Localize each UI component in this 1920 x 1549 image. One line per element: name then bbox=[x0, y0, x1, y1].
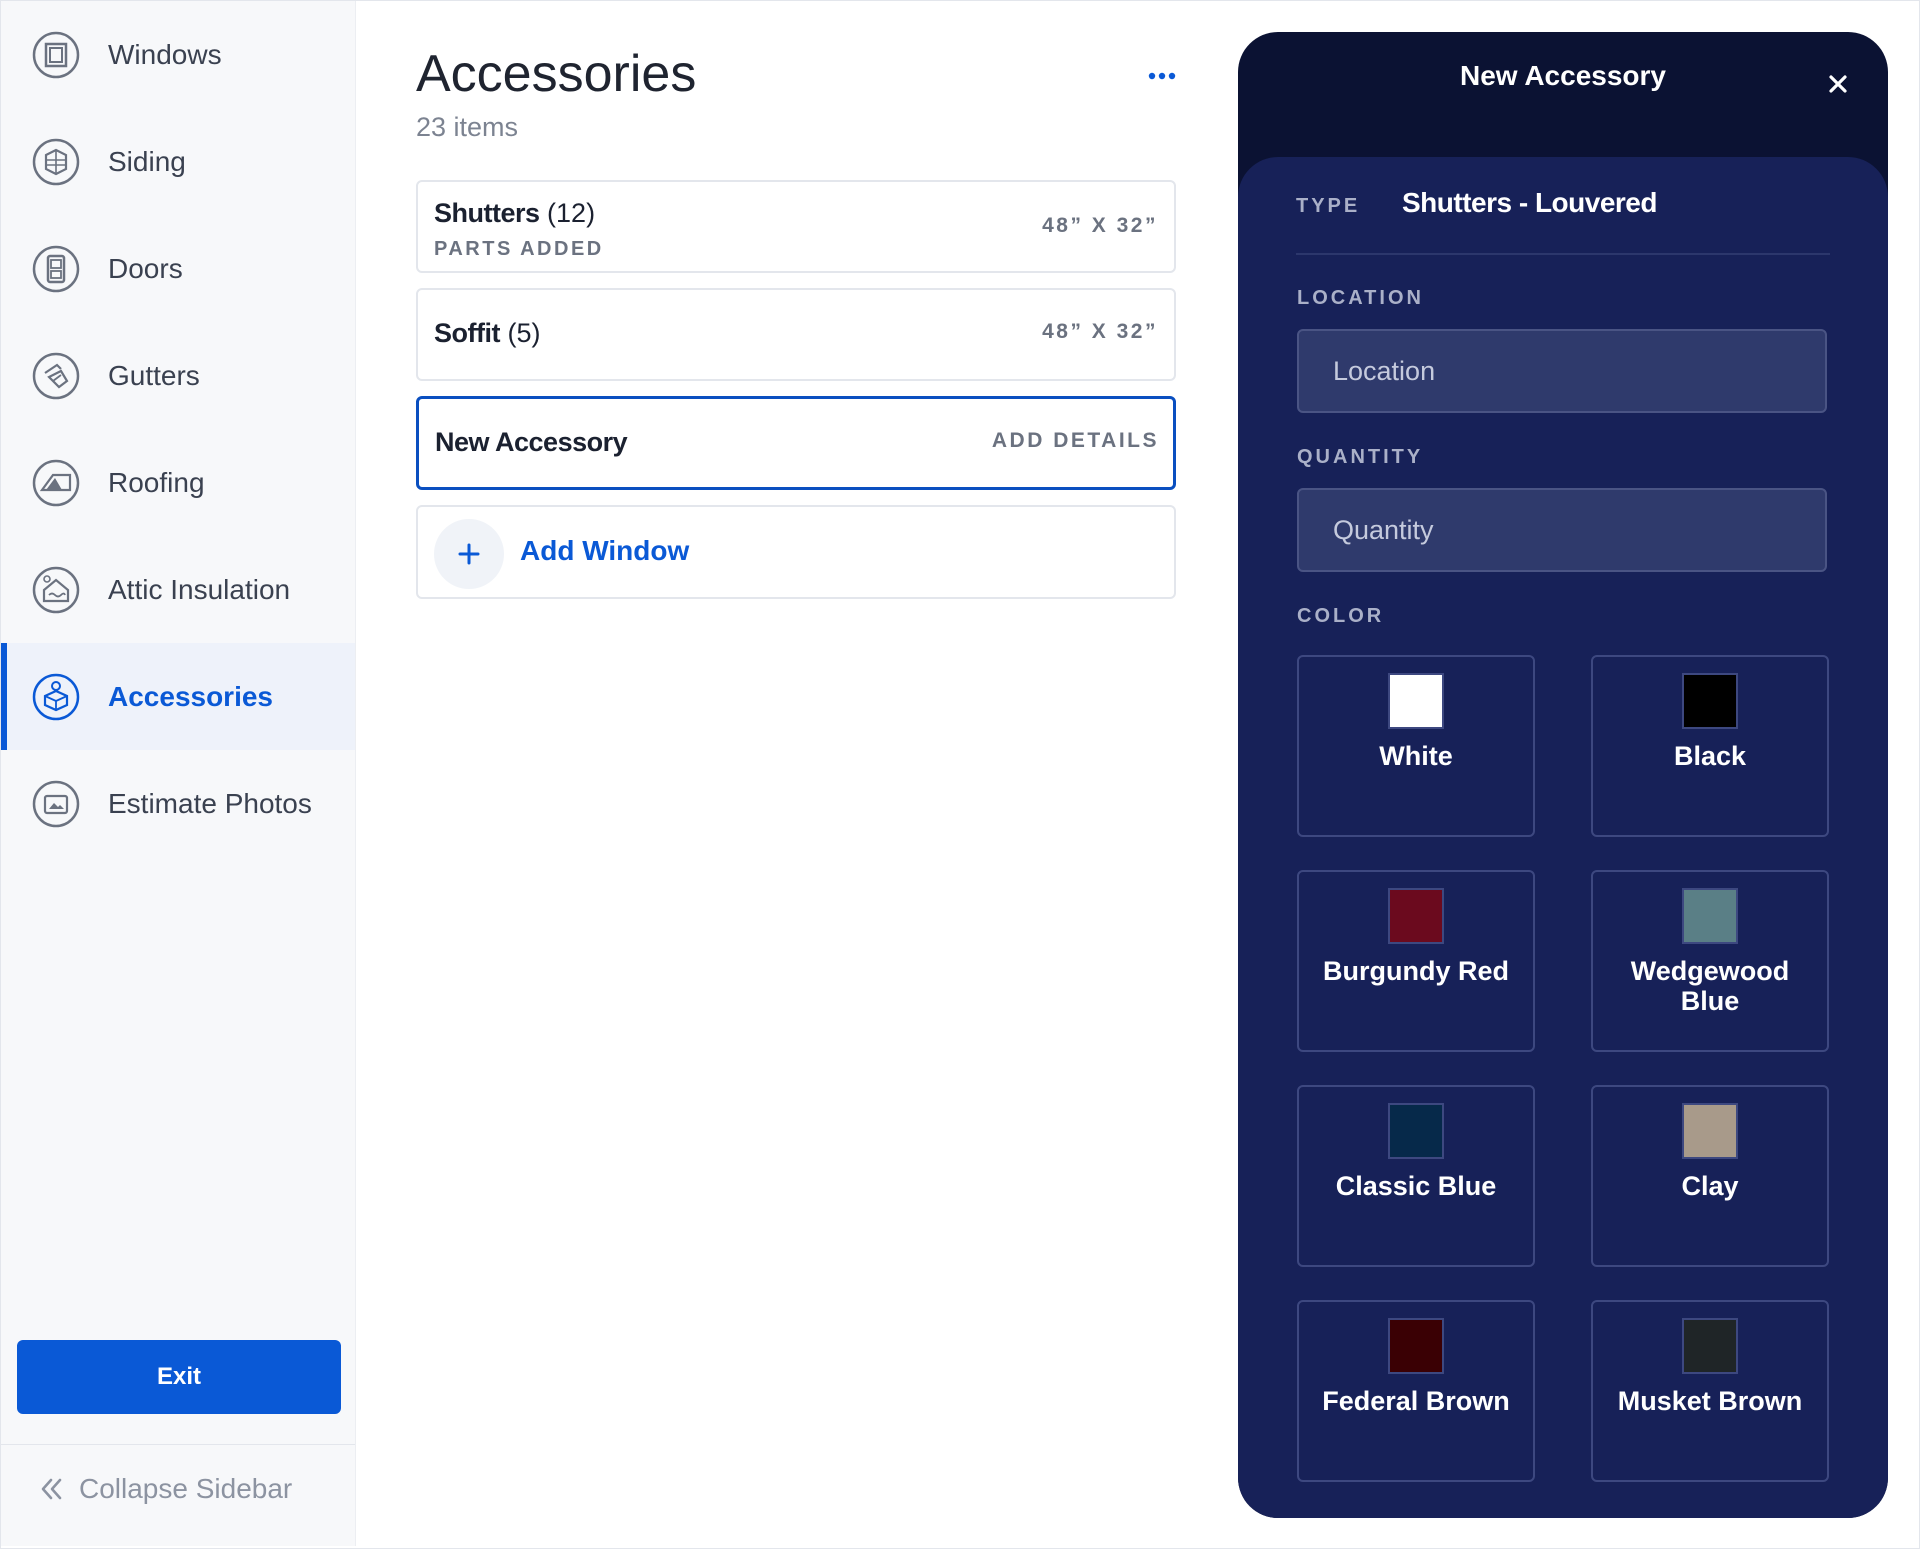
type-value: Shutters - Louvered bbox=[1402, 187, 1657, 218]
color-option-wedgewood-blue[interactable]: Wedgewood Blue bbox=[1591, 870, 1829, 1052]
location-input[interactable] bbox=[1297, 329, 1827, 413]
color-swatch bbox=[1682, 1318, 1738, 1374]
color-name: Clay bbox=[1681, 1171, 1739, 1201]
color-name: Black bbox=[1673, 741, 1747, 771]
accessory-card-shutters[interactable]: Shutters (12) PARTS ADDED 48” X 32” bbox=[416, 180, 1176, 273]
photos-icon bbox=[32, 780, 80, 827]
divider bbox=[1, 1444, 355, 1445]
color-option-clay[interactable]: Clay bbox=[1591, 1085, 1829, 1267]
sidebar-item-estimate-photos[interactable]: Estimate Photos bbox=[1, 750, 355, 857]
door-icon bbox=[32, 245, 80, 292]
color-swatch bbox=[1682, 673, 1738, 729]
exit-button[interactable]: Exit bbox=[17, 1340, 341, 1414]
sidebar-item-attic-insulation[interactable]: Attic Insulation bbox=[1, 536, 355, 643]
color-swatch bbox=[1388, 673, 1444, 729]
color-label: COLOR bbox=[1297, 605, 1385, 627]
color-swatch bbox=[1388, 1318, 1444, 1374]
new-accessory-panel: New Accessory TYPE Shutters - Louvered L… bbox=[1238, 32, 1888, 1518]
type-label: TYPE bbox=[1296, 195, 1361, 217]
page-title: Accessories bbox=[416, 45, 697, 103]
card-title: Shutters (12) bbox=[434, 198, 596, 228]
accessory-card-new[interactable]: New Accessory ADD DETAILS bbox=[416, 396, 1176, 490]
sidebar-item-accessories[interactable]: Accessories bbox=[1, 643, 355, 750]
plus-icon bbox=[458, 543, 480, 565]
color-option-burgundy-red[interactable]: Burgundy Red bbox=[1297, 870, 1535, 1052]
roofing-icon bbox=[32, 459, 80, 506]
color-name: Burgundy Red bbox=[1323, 956, 1509, 986]
card-dimensions: 48” X 32” bbox=[1042, 320, 1158, 343]
color-name: Musket Brown bbox=[1617, 1386, 1803, 1416]
sidebar-item-doors[interactable]: Doors bbox=[1, 215, 355, 322]
card-subtitle: PARTS ADDED bbox=[434, 238, 604, 260]
sidebar-item-roofing[interactable]: Roofing bbox=[1, 429, 355, 536]
color-option-classic-blue[interactable]: Classic Blue bbox=[1297, 1085, 1535, 1267]
more-options-icon[interactable] bbox=[1140, 60, 1184, 92]
panel-body: TYPE Shutters - Louvered LOCATION QUANTI… bbox=[1238, 157, 1888, 1518]
color-option-white[interactable]: White bbox=[1297, 655, 1535, 837]
accessory-card-soffit[interactable]: Soffit (5) 48” X 32” bbox=[416, 288, 1176, 381]
sidebar-item-label: Accessories bbox=[108, 680, 274, 712]
window-icon bbox=[32, 31, 80, 78]
color-swatch bbox=[1388, 1103, 1444, 1159]
color-option-federal-brown[interactable]: Federal Brown bbox=[1297, 1300, 1535, 1482]
add-circle bbox=[434, 519, 504, 589]
close-icon[interactable] bbox=[1824, 70, 1852, 98]
sidebar-item-windows[interactable]: Windows bbox=[1, 1, 355, 108]
item-count: 23 items bbox=[416, 112, 519, 142]
siding-icon bbox=[32, 138, 80, 185]
collapse-sidebar-label: Collapse Sidebar bbox=[79, 1473, 293, 1504]
collapse-sidebar-button[interactable]: Collapse Sidebar bbox=[39, 1473, 292, 1505]
color-name: Wedgewood Blue bbox=[1630, 956, 1790, 1016]
sidebar-item-label: Windows bbox=[108, 38, 222, 70]
sidebar-item-label: Siding bbox=[108, 145, 186, 177]
sidebar-item-label: Roofing bbox=[108, 466, 205, 498]
sidebar-item-label: Attic Insulation bbox=[108, 573, 291, 605]
sidebar-item-siding[interactable]: Siding bbox=[1, 108, 355, 215]
card-title: Soffit (5) bbox=[434, 318, 541, 348]
color-name: White bbox=[1379, 741, 1453, 771]
card-dimensions: 48” X 32” bbox=[1042, 214, 1158, 237]
color-name: Federal Brown bbox=[1322, 1386, 1510, 1416]
card-title: New Accessory bbox=[435, 427, 628, 457]
add-window-button[interactable]: Add Window bbox=[416, 505, 1176, 599]
accessories-icon bbox=[32, 673, 80, 720]
gutter-icon bbox=[32, 352, 80, 399]
color-swatch bbox=[1388, 888, 1444, 944]
color-name: Classic Blue bbox=[1335, 1171, 1497, 1201]
color-option-musket-brown[interactable]: Musket Brown bbox=[1591, 1300, 1829, 1482]
quantity-input[interactable] bbox=[1297, 488, 1827, 572]
add-details-link[interactable]: ADD DETAILS bbox=[992, 429, 1159, 453]
sidebar-item-gutters[interactable]: Gutters bbox=[1, 322, 355, 429]
quantity-label: QUANTITY bbox=[1297, 446, 1424, 468]
sidebar-item-label: Doors bbox=[108, 252, 183, 284]
sidebar-item-label: Estimate Photos bbox=[108, 787, 312, 819]
color-swatch bbox=[1682, 888, 1738, 944]
location-label: LOCATION bbox=[1297, 287, 1424, 309]
panel-title: New Accessory bbox=[1460, 60, 1666, 91]
attic-insulation-icon bbox=[32, 566, 80, 613]
add-window-label: Add Window bbox=[520, 535, 690, 566]
divider bbox=[1296, 253, 1830, 255]
sidebar-item-label: Gutters bbox=[108, 359, 200, 391]
double-chevron-left-icon bbox=[41, 1478, 62, 1500]
color-option-black[interactable]: Black bbox=[1591, 655, 1829, 837]
color-swatch bbox=[1682, 1103, 1738, 1159]
sidebar: Windows Siding Doors Gutters Roofing Att… bbox=[1, 1, 356, 1546]
